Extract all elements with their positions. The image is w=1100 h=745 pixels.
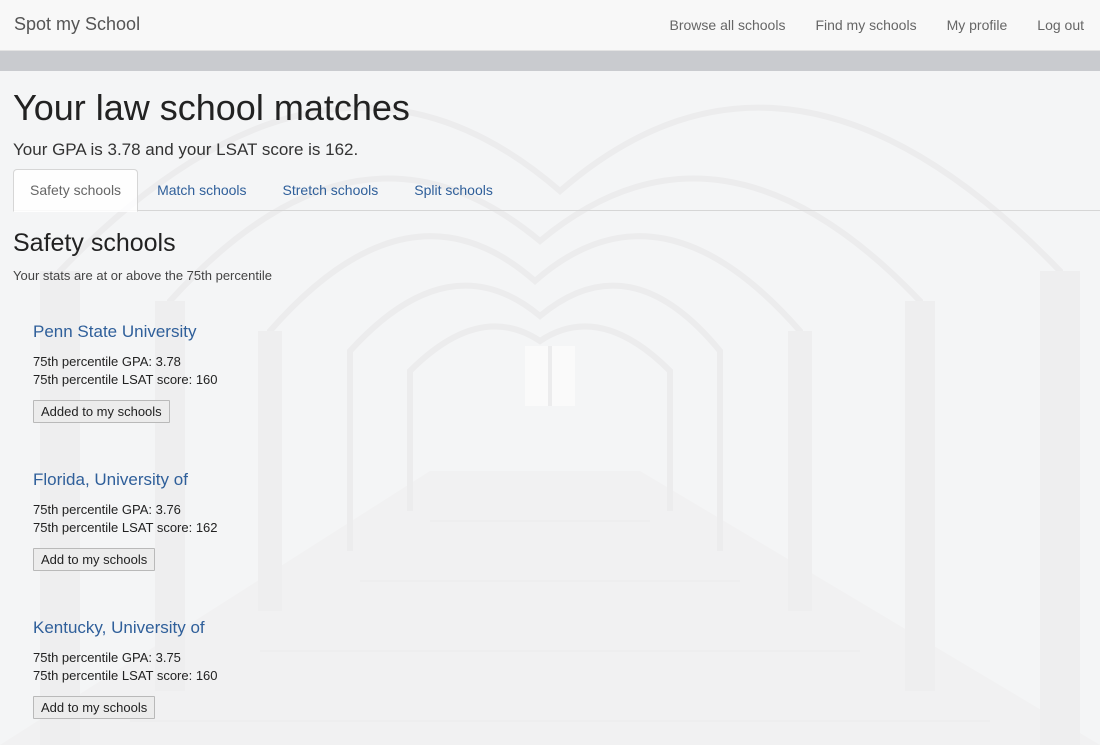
nav-browse-all-schools[interactable]: Browse all schools [655,0,801,50]
main-content: Your law school matches Your GPA is 3.78… [0,51,1100,745]
school-stats: 75th percentile GPA: 3.75 75th percentil… [33,649,433,685]
section-description: Your stats are at or above the 75th perc… [13,268,272,283]
school-card: Penn State University 75th percentile GP… [33,322,433,423]
school-lsat: 75th percentile LSAT score: 160 [33,372,218,387]
tab-split-schools[interactable]: Split schools [397,169,510,211]
added-to-my-schools-button[interactable]: Added to my schools [33,400,170,423]
school-card: Kentucky, University of 75th percentile … [33,618,433,719]
top-navbar: Spot my School Browse all schools Find m… [0,0,1100,51]
school-name-link[interactable]: Penn State University [33,322,433,342]
school-name-link[interactable]: Kentucky, University of [33,618,433,638]
tab-match-schools[interactable]: Match schools [140,169,263,211]
school-name-link[interactable]: Florida, University of [33,470,433,490]
add-to-my-schools-button[interactable]: Add to my schools [33,696,156,719]
tab-stretch-schools[interactable]: Stretch schools [266,169,396,211]
school-gpa: 75th percentile GPA: 3.75 [33,650,181,665]
add-to-my-schools-button[interactable]: Add to my schools [33,548,156,571]
school-gpa: 75th percentile GPA: 3.78 [33,354,181,369]
nav-links: Browse all schools Find my schools My pr… [655,0,1100,50]
nav-find-my-schools[interactable]: Find my schools [800,0,931,50]
school-lsat: 75th percentile LSAT score: 162 [33,520,218,535]
nav-my-profile[interactable]: My profile [932,0,1023,50]
school-stats: 75th percentile GPA: 3.78 75th percentil… [33,353,433,389]
school-category-tabs: Safety schools Match schools Stretch sch… [13,169,1100,212]
tab-safety-schools[interactable]: Safety schools [13,169,139,212]
section-title: Safety schools [13,229,176,257]
school-stats: 75th percentile GPA: 3.76 75th percentil… [33,501,433,537]
user-stats-line: Your GPA is 3.78 and your LSAT score is … [13,140,359,159]
school-lsat: 75th percentile LSAT score: 160 [33,668,218,683]
school-gpa: 75th percentile GPA: 3.76 [33,502,181,517]
page-title: Your law school matches [13,87,410,128]
brand-link[interactable]: Spot my School [14,14,140,35]
school-card: Florida, University of 75th percentile G… [33,470,433,571]
nav-log-out[interactable]: Log out [1022,0,1100,50]
